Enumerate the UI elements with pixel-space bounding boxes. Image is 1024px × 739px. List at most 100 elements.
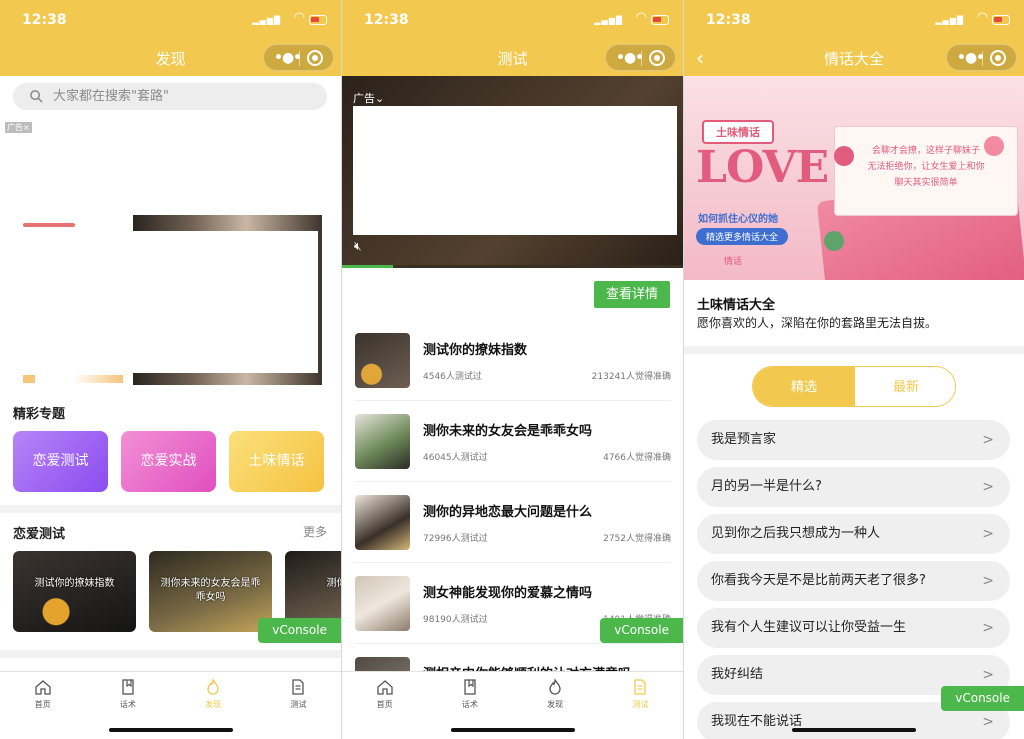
status-time: 12:38 <box>22 12 67 28</box>
mute-icon[interactable]: 🔇︎ <box>354 239 362 254</box>
nav-bar: 发现 •●• <box>0 40 341 76</box>
signal-icon: ▂▄▆█ <box>252 16 281 25</box>
view-details-button[interactable]: 查看详情 <box>594 281 670 308</box>
divider <box>684 346 1024 354</box>
video-progress <box>342 265 683 268</box>
test-title: 测你未来的女友会是乖乖女吗 <box>423 424 593 439</box>
list-item[interactable]: 测你的异地恋最大问题是什么 72996人测试过 2752人觉得准确 <box>355 482 671 563</box>
list-item[interactable]: 测你未来的女友会是乖乖女吗 46045人测试过 4766人觉得准确 <box>355 401 671 482</box>
tab-home[interactable]: 首页 <box>342 672 427 739</box>
miniprogram-capsule[interactable]: •●• <box>263 44 334 71</box>
more-dots-icon[interactable]: •●• <box>274 50 302 66</box>
segment-featured[interactable]: 精选 <box>753 367 855 406</box>
test-card[interactable]: 测试你的撩妹指数 <box>13 551 136 632</box>
vconsole-button[interactable]: vConsole <box>600 618 683 643</box>
book-icon <box>122 679 134 695</box>
close-circle-icon[interactable] <box>307 50 323 66</box>
status-time: 12:38 <box>706 12 751 28</box>
divider <box>0 650 341 658</box>
chevron-right-icon: > <box>982 620 994 636</box>
home-indicator <box>792 728 916 732</box>
test-thumbnail <box>355 495 410 550</box>
topics-row: 恋爱测试 恋爱实战 土味情话 <box>13 431 325 493</box>
more-dots-icon[interactable]: •●• <box>616 50 644 66</box>
list-item[interactable]: 测试你的撩妹指数 4546人测试过 213241人觉得准确 <box>355 320 671 401</box>
wifi-icon: ◠ <box>635 10 647 25</box>
list-item[interactable]: 月的另一半是什么? > <box>697 467 1010 507</box>
tab-test[interactable]: 测试 <box>598 672 683 739</box>
love-test-title: 恋爱测试 <box>13 527 66 542</box>
chevron-right-icon: > <box>982 573 994 589</box>
list-item[interactable]: 我是预言家 > <box>697 420 1010 460</box>
battery-icon <box>992 15 1010 25</box>
test-list: 测试你的撩妹指数 4546人测试过 213241人觉得准确 测你未来的女友会是乖… <box>342 320 683 725</box>
list-item[interactable]: 见到你之后我只想成为一种人 > <box>697 514 1010 554</box>
signal-icon: ▂▄▆█ <box>935 16 964 25</box>
status-bar: 12:38 ▂▄▆█ ◠ <box>0 0 341 40</box>
test-accuracy: 4766人觉得准确 <box>603 453 671 463</box>
battery-icon <box>309 15 327 25</box>
hero-foot: 情话 <box>724 257 743 267</box>
list-item[interactable]: 你看我今天是不是比前两天老了很多? > <box>697 561 1010 601</box>
hero-love-text: LOVE <box>696 142 829 193</box>
test-count: 46045人测试过 <box>423 453 488 463</box>
vconsole-button[interactable]: vConsole <box>941 686 1024 711</box>
miniprogram-capsule[interactable]: •●• <box>605 44 676 71</box>
status-bar: 12:38 ▂▄▆█ ◠ <box>342 0 683 40</box>
test-card[interactable]: 测你未来的女友会是乖乖女吗 <box>149 551 272 632</box>
home-icon <box>34 680 51 695</box>
divider <box>0 505 341 513</box>
test-card-label: 测你的异 <box>326 578 342 589</box>
banner-carousel[interactable] <box>13 215 322 385</box>
intro-title: 土味情话大全 <box>697 298 776 313</box>
topic-love-test[interactable]: 恋爱测试 <box>13 431 108 492</box>
test-card-label: 测你未来的女友会是乖乖女吗 <box>160 578 261 603</box>
search-bar[interactable] <box>13 83 327 110</box>
test-title: 测你的异地恋最大问题是什么 <box>423 505 593 520</box>
test-thumbnail <box>355 414 410 469</box>
vconsole-button[interactable]: vConsole <box>258 618 341 643</box>
hero-badge: 土味情话 <box>702 120 774 144</box>
tab-home[interactable]: 首页 <box>0 672 85 739</box>
status-bar: 12:38 ▂▄▆█ ◠ <box>684 0 1024 40</box>
test-thumbnail <box>355 576 410 631</box>
tab-test[interactable]: 测试 <box>256 672 341 739</box>
chevron-right-icon: > <box>982 479 994 495</box>
test-card-label: 测试你的撩妹指数 <box>34 578 115 589</box>
home-indicator <box>108 728 233 732</box>
topics-title: 精彩专题 <box>13 407 66 422</box>
close-circle-icon[interactable] <box>649 50 665 66</box>
home-indicator <box>450 728 575 732</box>
chevron-right-icon: > <box>982 526 994 542</box>
list-item[interactable]: 我有个人生建议可以让你受益一生 > <box>697 608 1010 648</box>
test-count: 98190人测试过 <box>423 615 488 625</box>
more-dots-icon[interactable]: •●• <box>957 50 985 66</box>
wifi-icon: ◠ <box>976 10 988 25</box>
search-input[interactable] <box>53 83 313 110</box>
document-icon <box>634 679 647 695</box>
hero-subtitle: 如何抓住心仪的她 <box>698 214 778 225</box>
ad-label[interactable]: 广告⌄ <box>353 90 384 106</box>
book-icon <box>464 679 476 695</box>
ad-content <box>353 106 677 235</box>
chevron-right-icon: > <box>982 432 994 448</box>
test-accuracy: 2752人觉得准确 <box>603 534 671 544</box>
segment-latest[interactable]: 最新 <box>855 367 955 406</box>
intro-description: 愿你喜欢的人，深陷在你的套路里无法自拔。 <box>697 316 938 330</box>
ad-label[interactable]: 广告× <box>5 122 32 133</box>
discover-screen: 12:38 ▂▄▆█ ◠ 发现 •●• 广告× 精彩专题 恋爱测试 恋爱实战 土… <box>0 0 341 739</box>
battery-icon <box>651 15 669 25</box>
segment-control: 精选 最新 <box>752 366 956 407</box>
video-ad[interactable]: 广告⌄ 🔇︎ <box>342 76 683 266</box>
nav-bar: 测试 •●• <box>342 40 683 76</box>
miniprogram-capsule[interactable]: •●• <box>946 44 1017 71</box>
nav-bar: ‹ 情话大全 •●• <box>684 40 1024 76</box>
pickup-lines-screen: 12:38 ▂▄▆█ ◠ ‹ 情话大全 •●• 会聊才会撩，这样子聊妹子 无法拒… <box>683 0 1024 739</box>
topic-pickup-lines[interactable]: 土味情话 <box>229 431 324 492</box>
more-link[interactable]: 更多 <box>303 523 327 540</box>
close-circle-icon[interactable] <box>990 50 1006 66</box>
topic-love-practice[interactable]: 恋爱实战 <box>121 431 216 492</box>
flame-icon <box>207 678 219 695</box>
hero-banner: 会聊才会撩，这样子聊妹子 无法拒绝你，让女生爱上和你 聊天其实很简单 土味情话 … <box>684 76 1024 280</box>
status-time: 12:38 <box>364 12 409 28</box>
